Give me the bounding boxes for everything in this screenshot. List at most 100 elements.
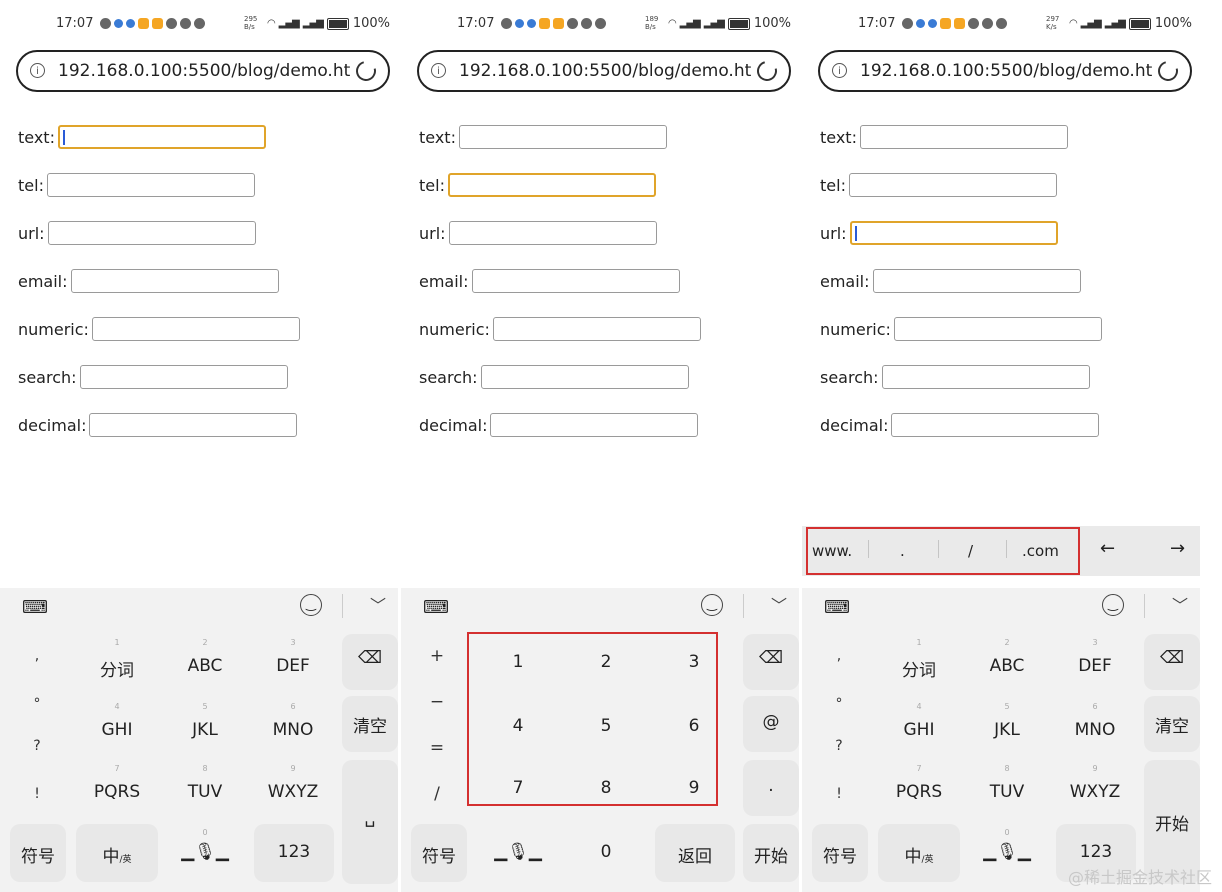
key-6[interactable]: 6 MNO (1054, 698, 1136, 756)
punct-key[interactable]: , (829, 648, 849, 664)
symbols-button[interactable]: 符号 (812, 824, 868, 882)
key-3[interactable]: 3 DEF (252, 634, 334, 692)
chinese-english-toggle[interactable]: 中/英 (878, 824, 960, 882)
email-input[interactable] (471, 269, 680, 293)
search-input[interactable] (79, 365, 288, 389)
minus-key[interactable]: − (427, 692, 447, 712)
backspace-button[interactable]: ⌫ (342, 634, 398, 690)
keyboard-settings-icon[interactable]: ⌨ (22, 597, 48, 618)
chevron-down-icon[interactable]: ﹀ (771, 592, 787, 616)
address-bar[interactable]: i 192.168.0.100:5500/blog/demo.ht (16, 50, 390, 92)
key-2[interactable]: 2 ABC (164, 634, 246, 692)
numeric-input[interactable] (91, 317, 300, 341)
key-1[interactable]: 1 分词 (878, 634, 960, 692)
chevron-down-icon[interactable]: ﹀ (1172, 592, 1188, 616)
key-7[interactable]: 7 PQRS (878, 760, 960, 818)
key-7[interactable]: 7 PQRS (76, 760, 158, 818)
mic-zero-key[interactable]: 0 ▁🎙▁ (966, 824, 1048, 882)
url-input[interactable] (47, 221, 256, 245)
email-input[interactable] (70, 269, 279, 293)
at-key[interactable]: @ (743, 696, 799, 752)
info-icon[interactable]: i (431, 63, 446, 78)
key-5[interactable]: 5 JKL (164, 698, 246, 756)
key-6[interactable]: 6 MNO (252, 698, 334, 756)
back-button[interactable]: 返回 (655, 824, 735, 882)
url-text[interactable]: 192.168.0.100:5500/blog/demo.ht (860, 61, 1152, 81)
space-button[interactable]: ␣ (342, 760, 398, 884)
key-2[interactable]: 2 ABC (966, 634, 1048, 692)
decimal-input[interactable] (490, 413, 699, 437)
backspace-button[interactable]: ⌫ (743, 634, 799, 690)
mic-zero-key[interactable]: 0 ▁🎙▁ (164, 824, 246, 882)
num-mode-button[interactable]: 123 (254, 824, 334, 882)
info-icon[interactable]: i (832, 63, 847, 78)
punct-key[interactable]: ! (829, 786, 849, 802)
symbols-button[interactable]: 符号 (411, 824, 467, 882)
plus-key[interactable]: + (427, 646, 447, 666)
decimal-input[interactable] (89, 413, 298, 437)
clear-button[interactable]: 清空 (1144, 696, 1200, 752)
reload-icon[interactable] (1154, 57, 1182, 85)
symbols-button[interactable]: 符号 (10, 824, 66, 882)
decimal-input[interactable] (891, 413, 1100, 437)
punct-key[interactable]: ° (829, 696, 849, 712)
address-bar[interactable]: i 192.168.0.100:5500/blog/demo.ht (417, 50, 791, 92)
emoji-icon[interactable]: ‿ (1102, 594, 1124, 616)
start-button[interactable]: 开始 (743, 824, 799, 882)
punct-key[interactable]: , (27, 648, 47, 664)
field-decimal: decimal: (18, 412, 298, 438)
email-input[interactable] (872, 269, 1081, 293)
key-3[interactable]: 3 DEF (1054, 634, 1136, 692)
field-text: text: (18, 124, 266, 150)
numeric-input[interactable] (893, 317, 1102, 341)
keyboard-settings-icon[interactable]: ⌨ (423, 597, 449, 618)
url-input[interactable] (448, 221, 657, 245)
equals-key[interactable]: = (427, 738, 447, 758)
dot-key[interactable]: . (743, 760, 799, 816)
text-input[interactable] (859, 125, 1068, 149)
punct-key[interactable]: ! (27, 786, 47, 802)
reload-icon[interactable] (753, 57, 781, 85)
backspace-button[interactable]: ⌫ (1144, 634, 1200, 690)
search-input[interactable] (881, 365, 1090, 389)
key-1[interactable]: 1 分词 (76, 634, 158, 692)
slash-key[interactable]: / (427, 784, 447, 804)
punct-key[interactable]: ° (27, 696, 47, 712)
url-text[interactable]: 192.168.0.100:5500/blog/demo.ht (459, 61, 751, 81)
key-4[interactable]: 4 GHI (878, 698, 960, 756)
text-input[interactable] (57, 125, 266, 149)
arrow-left-icon[interactable]: ← (1100, 538, 1115, 559)
url-input[interactable] (849, 221, 1058, 245)
mic-icon: ▁🎙▁ (181, 842, 229, 862)
emoji-icon[interactable]: ‿ (300, 594, 322, 616)
reload-icon[interactable] (352, 57, 380, 85)
emoji-icon[interactable]: ‿ (701, 594, 723, 616)
key-5[interactable]: 5 JKL (966, 698, 1048, 756)
chinese-english-toggle[interactable]: 中/英 (76, 824, 158, 882)
tel-input[interactable] (46, 173, 255, 197)
text-input[interactable] (458, 125, 667, 149)
search-input[interactable] (480, 365, 689, 389)
zero-key[interactable]: 0 (565, 824, 647, 882)
address-bar[interactable]: i 192.168.0.100:5500/blog/demo.ht (818, 50, 1192, 92)
arrow-right-icon[interactable]: → (1170, 538, 1185, 559)
tel-input[interactable] (447, 173, 656, 197)
wifi-icon: ◠ (1068, 18, 1078, 29)
chevron-down-icon[interactable]: ﹀ (370, 592, 386, 616)
key-9[interactable]: 9 WXYZ (252, 760, 334, 818)
mic-key[interactable]: ▁🎙▁ (477, 824, 559, 882)
keyboard-settings-icon[interactable]: ⌨ (824, 597, 850, 618)
key-8[interactable]: 8 TUV (966, 760, 1048, 818)
clear-button[interactable]: 清空 (342, 696, 398, 752)
info-icon[interactable]: i (30, 63, 45, 78)
key-8[interactable]: 8 TUV (164, 760, 246, 818)
punct-key[interactable]: ? (27, 738, 47, 754)
key-9[interactable]: 9 WXYZ (1054, 760, 1136, 818)
url-text[interactable]: 192.168.0.100:5500/blog/demo.ht (58, 61, 350, 81)
punct-key[interactable]: ? (829, 738, 849, 754)
status-time: 17:07 (858, 16, 896, 31)
numeric-input[interactable] (492, 317, 701, 341)
alarm-icon (166, 18, 177, 29)
tel-input[interactable] (848, 173, 1057, 197)
key-4[interactable]: 4 GHI (76, 698, 158, 756)
